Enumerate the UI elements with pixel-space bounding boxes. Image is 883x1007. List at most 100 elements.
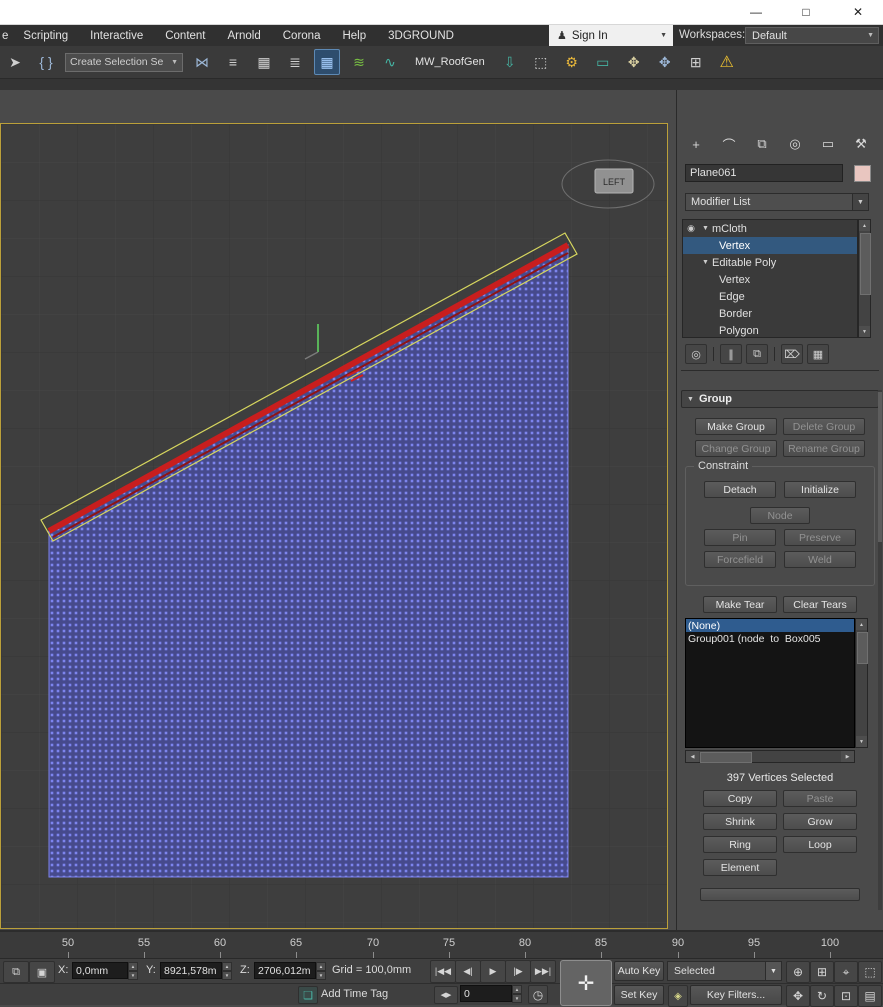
- stack-item-edge[interactable]: Edge: [683, 288, 857, 305]
- eye-icon[interactable]: ◉: [683, 223, 699, 234]
- key-mode-icon[interactable]: ◈: [668, 985, 688, 1007]
- layer-manager-icon[interactable]: ▦: [252, 50, 276, 74]
- detach-button[interactable]: Detach: [704, 481, 776, 498]
- menu-item-partial[interactable]: e: [0, 25, 12, 46]
- group-list[interactable]: (None) Group001 (node to Box005: [685, 618, 855, 748]
- key-filters-button[interactable]: Key Filters...: [690, 985, 782, 1005]
- menu-item-scripting[interactable]: Scripting: [12, 25, 79, 46]
- display-tab-icon[interactable]: ▭: [817, 134, 839, 154]
- align-icon[interactable]: ≡: [221, 50, 245, 74]
- maximize-viewport-icon[interactable]: ⊡: [834, 985, 858, 1007]
- stack-scrollbar[interactable]: ▲ ▼: [858, 219, 871, 338]
- hand-tool-icon[interactable]: ✥: [622, 50, 646, 74]
- scroll-right-icon[interactable]: ▶: [841, 751, 854, 762]
- x-coordinate-field[interactable]: 0,0mm: [72, 962, 128, 979]
- restore-button[interactable]: □: [791, 2, 821, 22]
- utilities-tab-icon[interactable]: ⚒: [850, 134, 872, 154]
- rendered-frame-icon[interactable]: ▭: [591, 50, 615, 74]
- menu-item-content[interactable]: Content: [154, 25, 216, 46]
- curve-editor-icon[interactable]: ∿: [378, 50, 402, 74]
- menu-item-arnold[interactable]: Arnold: [217, 25, 272, 46]
- y-coordinate-field[interactable]: 8921,578m: [160, 962, 222, 979]
- menu-item-interactive[interactable]: Interactive: [79, 25, 154, 46]
- configure-modifier-sets-icon[interactable]: ▦: [807, 344, 829, 364]
- group-list-vscrollbar[interactable]: ▲ ▼: [855, 618, 868, 748]
- menu-item-corona[interactable]: Corona: [272, 25, 332, 46]
- render-setup-icon[interactable]: ⚙: [560, 50, 584, 74]
- scroll-down-icon[interactable]: ▼: [856, 736, 867, 747]
- partial-button[interactable]: [700, 888, 860, 901]
- viewport-canvas[interactable]: LEFT: [1, 124, 667, 928]
- object-color-swatch[interactable]: [854, 165, 871, 182]
- x-spinner[interactable]: ▲ ▼: [128, 962, 138, 979]
- stack-item-vertex[interactable]: Vertex: [683, 271, 857, 288]
- stack-item-polygon[interactable]: Polygon: [683, 322, 857, 338]
- next-frame-button[interactable]: |▶: [505, 960, 531, 983]
- make-tear-button[interactable]: Make Tear: [703, 596, 777, 613]
- stack-item-mcloth[interactable]: ◉ ▼ mCloth: [683, 220, 857, 237]
- hand-tool-alt-icon[interactable]: ✥: [653, 50, 677, 74]
- spin-down-icon[interactable]: ▼: [128, 971, 138, 980]
- key-set-dropdown[interactable]: Selected ▼: [667, 961, 782, 981]
- shrink-button[interactable]: Shrink: [703, 813, 777, 830]
- selection-link-icon[interactable]: ⧉: [3, 961, 29, 983]
- element-button[interactable]: Element: [703, 859, 777, 876]
- remove-modifier-icon[interactable]: ⌦: [781, 344, 803, 364]
- pin-stack-icon[interactable]: ◎: [685, 344, 707, 364]
- chevron-down-icon[interactable]: ▼: [699, 225, 712, 232]
- zoom-all-icon[interactable]: ⊞: [810, 961, 834, 983]
- grid-snap-icon[interactable]: ⊞: [684, 50, 708, 74]
- selection-lock-icon[interactable]: ▣: [29, 961, 55, 983]
- graphite-ribbon-icon[interactable]: ≋: [347, 50, 371, 74]
- scene-explorer-icon[interactable]: ▦: [314, 49, 340, 75]
- y-spinner[interactable]: ▲ ▼: [222, 962, 232, 979]
- spin-up-icon[interactable]: ▲: [512, 985, 522, 994]
- menu-item-help[interactable]: Help: [331, 25, 377, 46]
- stack-item-border[interactable]: Border: [683, 305, 857, 322]
- hierarchy-tab-icon[interactable]: ⧉: [751, 134, 773, 154]
- go-to-start-button[interactable]: |◀◀: [430, 960, 456, 983]
- frame-step-icons[interactable]: ◀▶: [434, 986, 458, 1004]
- current-frame-field[interactable]: 0: [460, 985, 512, 1002]
- menu-item-3dground[interactable]: 3DGROUND: [377, 25, 465, 46]
- group-list-hscrollbar[interactable]: ◀ ▶: [685, 750, 855, 763]
- create-tab-icon[interactable]: +: [685, 134, 707, 154]
- pan-icon[interactable]: ✥: [786, 985, 810, 1007]
- scroll-left-icon[interactable]: ◀: [686, 751, 699, 762]
- modifier-list-dropdown[interactable]: Modifier List ▼: [685, 193, 869, 211]
- group-rollout-header[interactable]: ▼ Group: [681, 390, 879, 408]
- workspace-select[interactable]: Default ▼: [745, 27, 879, 44]
- scroll-up-icon[interactable]: ▲: [856, 619, 867, 630]
- previous-frame-button[interactable]: ◀|: [455, 960, 481, 983]
- viewport-layout-icon[interactable]: ▤: [858, 985, 882, 1007]
- set-keys-button[interactable]: ✛: [560, 960, 612, 1006]
- scrollbar-thumb[interactable]: [860, 233, 871, 295]
- copy-button[interactable]: Copy: [703, 790, 777, 807]
- list-item[interactable]: (None): [686, 619, 854, 632]
- timeline-ruler[interactable]: 50 55 60 65 70 75 80 85 90 95 100: [0, 930, 883, 958]
- scroll-down-icon[interactable]: ▼: [859, 326, 870, 337]
- spin-up-icon[interactable]: ▲: [128, 962, 138, 971]
- spin-down-icon[interactable]: ▼: [222, 971, 232, 980]
- ring-button[interactable]: Ring: [703, 836, 777, 853]
- plugin-label[interactable]: MW_RoofGen: [415, 56, 485, 68]
- scrollbar-thumb[interactable]: [878, 392, 882, 542]
- zoom-extents-icon[interactable]: ⌖: [834, 961, 858, 983]
- import-icon[interactable]: ⇩: [498, 50, 522, 74]
- loop-button[interactable]: Loop: [783, 836, 857, 853]
- spin-up-icon[interactable]: ▲: [222, 962, 232, 971]
- zoom-region-icon[interactable]: ⬚: [858, 961, 882, 983]
- grow-button[interactable]: Grow: [783, 813, 857, 830]
- set-key-button[interactable]: Set Key: [614, 985, 664, 1005]
- initialize-button[interactable]: Initialize: [784, 481, 856, 498]
- list-item[interactable]: Group001 (node to Box005: [686, 632, 854, 645]
- time-configuration-icon[interactable]: ◷: [528, 985, 548, 1004]
- modify-tab-icon[interactable]: ⌒: [718, 134, 740, 154]
- spin-down-icon[interactable]: ▼: [316, 971, 326, 980]
- z-spinner[interactable]: ▲ ▼: [316, 962, 326, 979]
- make-unique-icon[interactable]: ⧉: [746, 344, 768, 364]
- mirror-icon[interactable]: ⋈: [190, 50, 214, 74]
- go-to-end-button[interactable]: ▶▶|: [530, 960, 556, 983]
- selection-set-dropdown[interactable]: Create Selection Se ▼: [65, 53, 183, 72]
- clear-tears-button[interactable]: Clear Tears: [783, 596, 857, 613]
